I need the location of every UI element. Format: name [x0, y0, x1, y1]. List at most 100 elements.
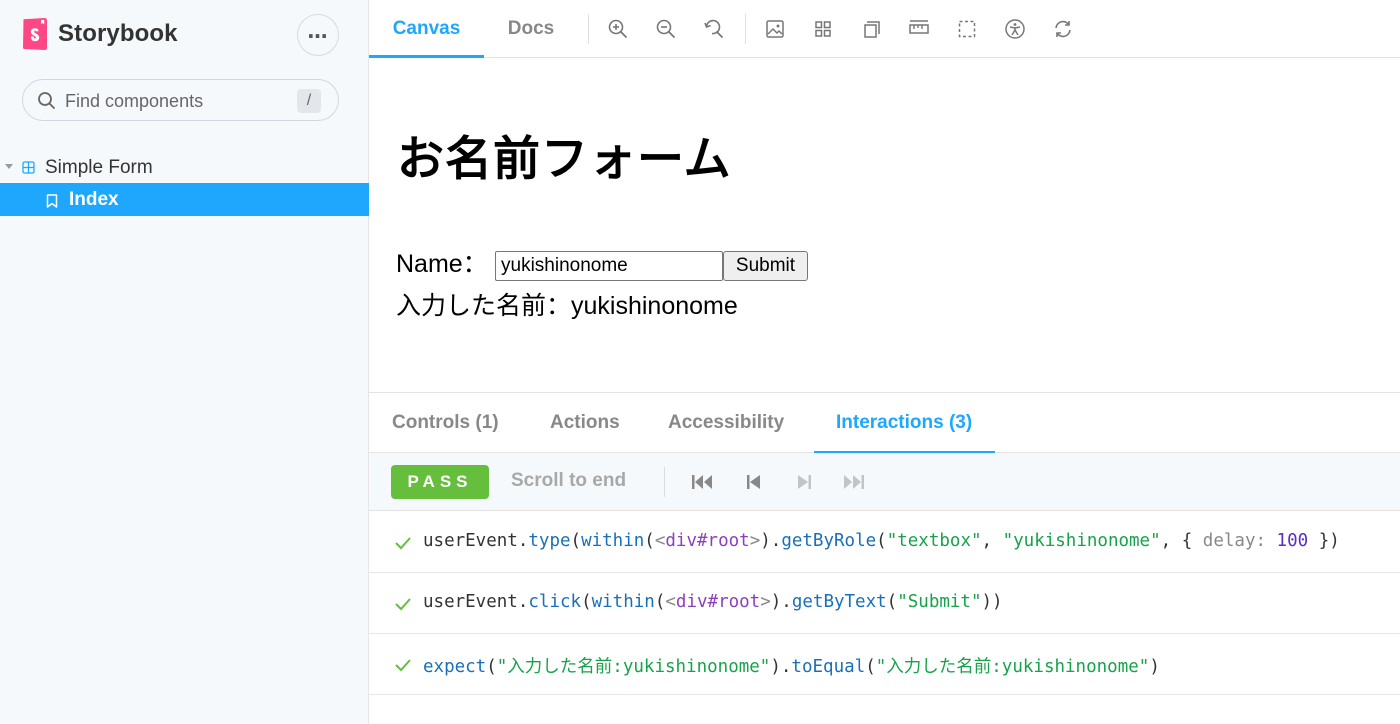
storybook-logo-icon [23, 18, 47, 50]
step-code: userEvent.click(within(<div#root>).getBy… [423, 592, 1003, 612]
ellipsis-icon: … [307, 19, 329, 43]
code-token: < [665, 592, 676, 612]
code-token: toEqual [791, 657, 866, 677]
code-token: < [654, 531, 666, 551]
sidebar-menu-button[interactable]: … [297, 14, 339, 56]
tab-accessibility[interactable]: Accessibility [668, 393, 784, 453]
code-token: ( [644, 531, 655, 551]
name-label: Name： [396, 250, 488, 278]
outline-icon[interactable] [955, 17, 979, 41]
check-icon [395, 598, 411, 611]
code-token: div#root [675, 592, 761, 612]
code-token: delay: [1202, 531, 1267, 551]
brand-name: Storybook [58, 20, 178, 47]
step-back-icon[interactable] [743, 472, 765, 492]
background-icon[interactable] [763, 17, 787, 41]
step-code: expect("入力した名前:yukishinonome").toEqual("… [423, 653, 1160, 678]
search-input[interactable] [65, 89, 285, 113]
grid-icon[interactable] [811, 17, 835, 41]
code-token: ( [570, 531, 582, 551]
measure-icon[interactable] [907, 17, 931, 41]
zoom-out-icon[interactable] [654, 17, 678, 41]
toolbar-divider [745, 14, 746, 44]
accessibility-icon[interactable] [1003, 17, 1027, 41]
chevron-down-icon[interactable] [5, 164, 13, 169]
code-token: getByText [791, 592, 887, 612]
check-icon [395, 659, 411, 672]
code-token: ( [876, 531, 887, 551]
zoom-in-icon[interactable] [606, 17, 630, 41]
form-title: お名前フォーム [397, 132, 732, 187]
code-token: "textbox" [886, 531, 982, 551]
code-token: "yukishinonome" [1002, 531, 1161, 551]
code-token: ( [654, 592, 666, 612]
tab-actions[interactable]: Actions [550, 393, 620, 453]
code-token: , [981, 531, 1003, 551]
name-input[interactable] [495, 251, 723, 281]
code-token: . [517, 592, 529, 612]
code-token: expect [423, 657, 487, 677]
interaction-step[interactable]: userEvent.click(within(<div#root>).getBy… [369, 573, 1400, 634]
code-token: within [591, 592, 655, 612]
code-token: ) [1149, 657, 1160, 677]
code-token: ( [865, 657, 876, 677]
code-token: userEvent [423, 592, 518, 612]
interactions-toolbar: PASS Scroll to end [369, 453, 1400, 511]
scroll-to-end-button[interactable]: Scroll to end [511, 470, 626, 492]
viewport-icon[interactable] [859, 17, 883, 41]
code-token: > [749, 531, 761, 551]
zoom-reset-icon[interactable] [702, 17, 726, 41]
sidebar: Storybook … / Simple Form Index [0, 0, 369, 724]
skip-to-end-icon[interactable] [843, 472, 865, 492]
code-token: ( [581, 592, 592, 612]
submit-button[interactable]: Submit [723, 251, 808, 281]
code-token: , { [1160, 531, 1203, 551]
code-token: . [517, 531, 529, 551]
toolbar-divider [588, 14, 589, 44]
code-token: type [528, 531, 571, 551]
code-token: ( [486, 657, 497, 677]
code-token: div#root [665, 531, 750, 551]
code-token: "入力した名前:yukishinonome" [875, 657, 1150, 677]
tab-interactions[interactable]: Interactions (3) [813, 393, 996, 454]
toolbar-divider [664, 467, 665, 497]
code-token: "入力した名前:yukishinonome" [496, 657, 771, 677]
tree-group-simple-form[interactable]: Simple Form [0, 152, 369, 183]
code-token: getByRole [781, 531, 877, 551]
status-badge: PASS [391, 465, 489, 499]
search-icon [38, 92, 55, 109]
interaction-step[interactable]: expect("入力した名前:yukishinonome").toEqual("… [369, 634, 1400, 695]
code-token: within [581, 531, 645, 551]
code-token: ). [770, 657, 792, 677]
code-token: }) [1308, 531, 1340, 551]
code-token: "Submit" [897, 592, 982, 612]
step-code: userEvent.type(within(<div#root>).getByR… [423, 531, 1340, 551]
search-box[interactable]: / [22, 79, 339, 121]
tree-group-label: Simple Form [45, 157, 153, 178]
addon-panel: Controls (1) Actions Accessibility Inter… [369, 392, 1400, 724]
sidebar-item-index[interactable]: Index [0, 183, 369, 216]
step-forward-icon[interactable] [793, 472, 815, 492]
tab-controls[interactable]: Controls (1) [392, 393, 499, 453]
entered-name-text: 入力した名前：yukishinonome [396, 292, 738, 320]
tab-canvas[interactable]: Canvas [369, 0, 484, 58]
search-shortcut-key: / [297, 89, 321, 113]
code-token: 100 [1266, 531, 1309, 551]
component-icon [22, 161, 35, 174]
code-token: ). [760, 531, 782, 551]
interaction-step[interactable]: userEvent.type(within(<div#root>).getByR… [369, 512, 1400, 573]
code-token: ). [770, 592, 792, 612]
remount-icon[interactable] [1051, 17, 1075, 41]
brand[interactable]: Storybook [22, 18, 178, 50]
code-token: > [760, 592, 771, 612]
sidebar-item-label: Index [69, 189, 119, 210]
code-token: click [528, 592, 582, 612]
code-token: ( [886, 592, 898, 612]
check-icon [395, 537, 411, 550]
tab-docs[interactable]: Docs [484, 0, 578, 58]
code-token: )) [981, 592, 1003, 612]
rewind-to-start-icon[interactable] [691, 472, 713, 492]
toolbar: Canvas Docs [369, 0, 1400, 58]
story-canvas: お名前フォーム Name： Submit 入力した名前：yukishinonom… [369, 58, 1400, 392]
bookmark-icon [46, 194, 58, 208]
